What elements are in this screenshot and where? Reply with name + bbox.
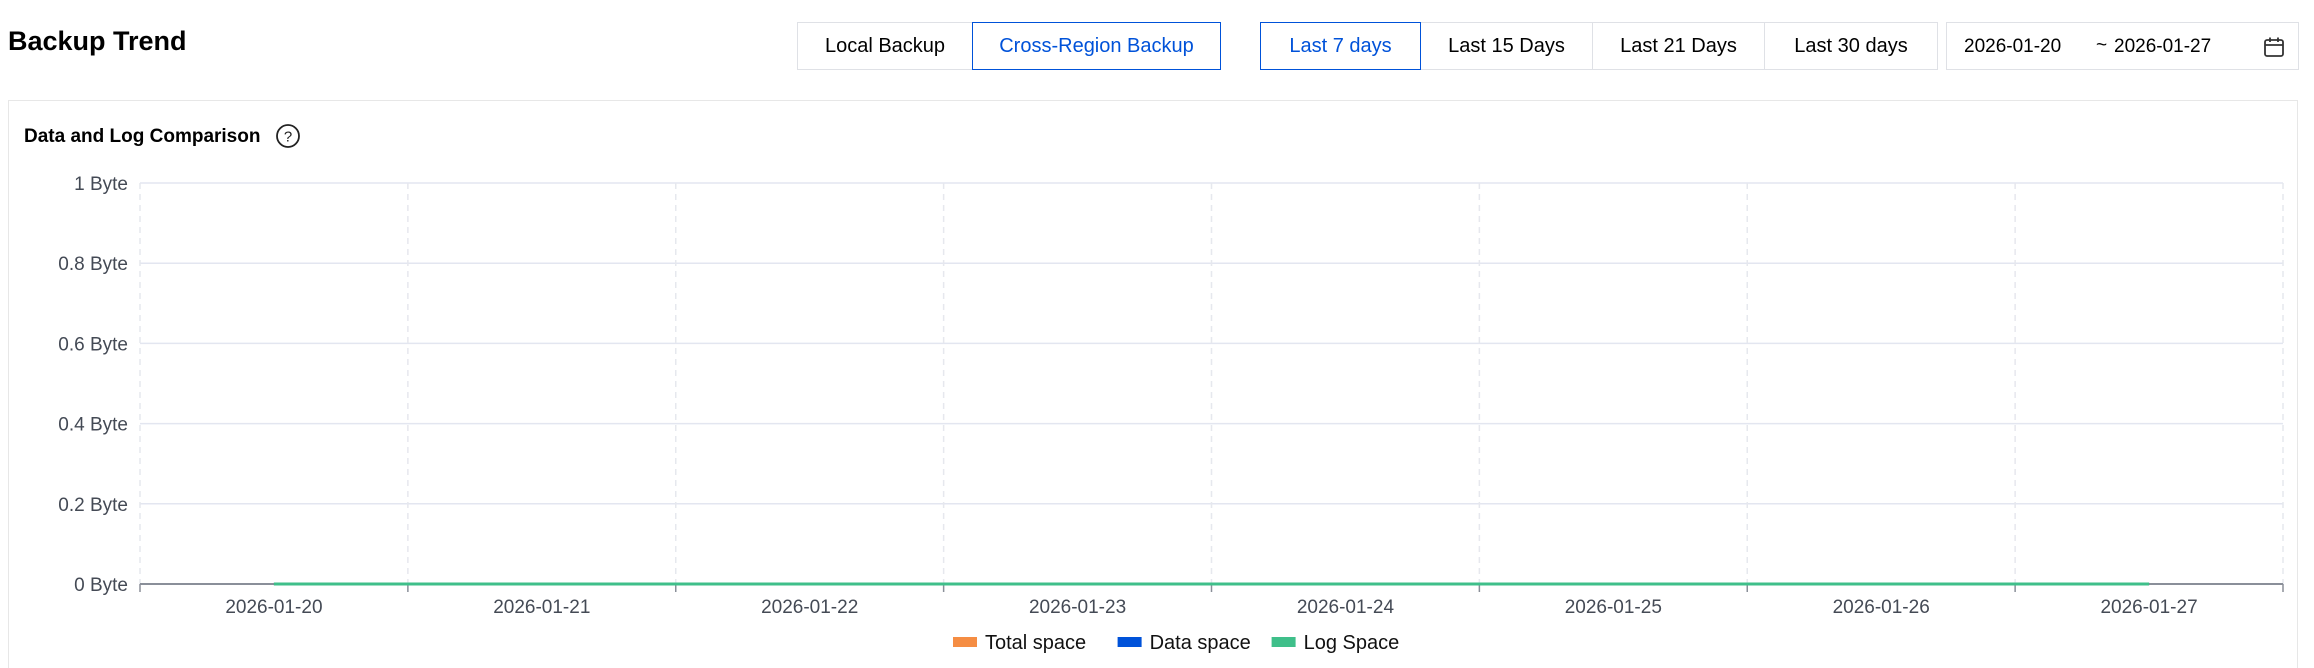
y-tick-label: 1 Byte	[74, 174, 128, 195]
legend-swatch-2	[1271, 637, 1296, 647]
x-tick-label: 2026-01-22	[761, 597, 858, 618]
legend-swatch-0	[953, 637, 977, 647]
y-tick-label: 0.2 Byte	[58, 495, 128, 516]
x-tick-label: 2026-01-25	[1565, 597, 1662, 618]
x-tick-label: 2026-01-23	[1029, 597, 1126, 618]
y-tick-label: 0.6 Byte	[58, 334, 128, 355]
legend-label-1: Data space	[1150, 632, 1251, 654]
last-7-days-button[interactable]: Last 7 days	[1260, 22, 1421, 70]
backup-trend-chart: 0 Byte 0.2 Byte 0.4 Byte 0.6 Byte 0.8 Byte 1 …	[58, 174, 2284, 654]
legend-swatch-1	[1117, 637, 1142, 647]
y-tick-label: 0 Byte	[74, 575, 128, 596]
x-tick-label: 2026-01-21	[493, 597, 590, 618]
x-tick-label: 2026-01-27	[2100, 597, 2197, 618]
legend-label-2: Log Space	[1304, 632, 1400, 654]
y-tick-label: 0.4 Byte	[58, 415, 128, 436]
legend-label-0: Total space	[985, 632, 1086, 654]
cross-region-backup-tab[interactable]: Cross-Region Backup	[972, 22, 1221, 70]
x-tick-label: 2026-01-26	[1833, 597, 1930, 618]
y-tick-label: 0.8 Byte	[58, 254, 128, 275]
x-tick-label: 2026-01-20	[225, 597, 322, 618]
x-tick-label: 2026-01-24	[1297, 597, 1395, 618]
